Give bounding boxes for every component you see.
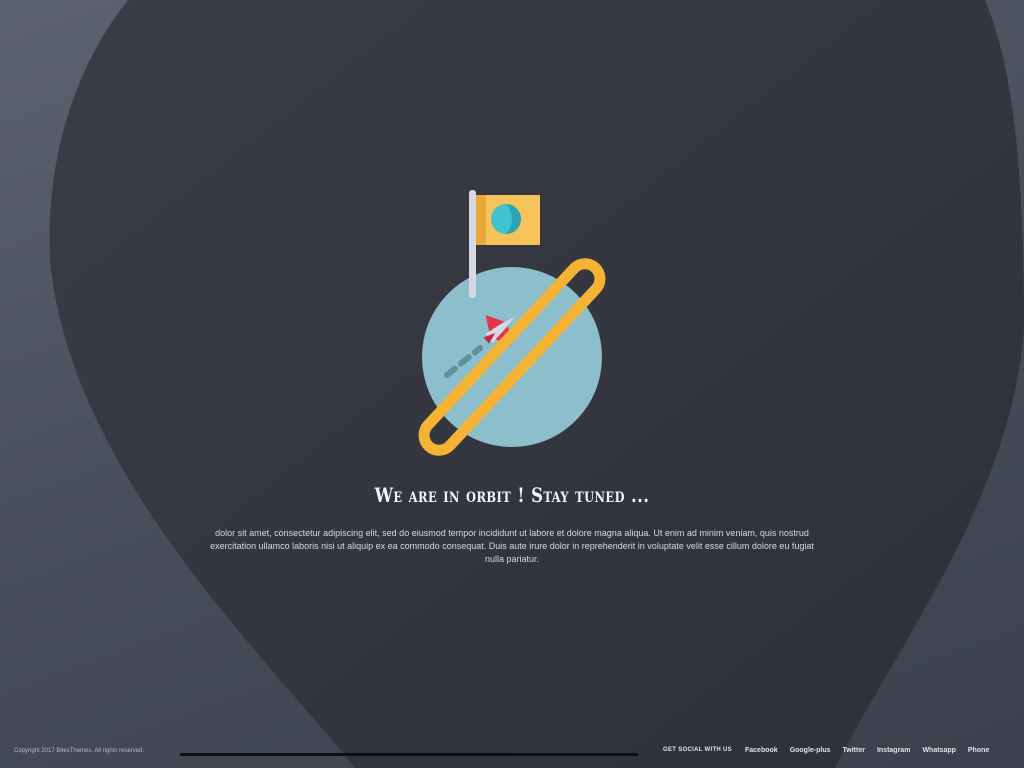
social-links: Facebook Google-plus Twitter Instagram W…: [745, 747, 989, 754]
copyright-text: Copyright 2017 BitesThemes. All rights r…: [14, 748, 145, 754]
hero-section: We are in orbit ! Stay tuned ... dolor s…: [0, 0, 1024, 768]
planet-flag-rocket-icon: [418, 190, 606, 456]
planet-shape: [422, 267, 602, 447]
footer: Copyright 2017 BitesThemes. All rights r…: [0, 738, 1024, 768]
google-plus-link[interactable]: Google-plus: [790, 747, 831, 754]
facebook-link[interactable]: Facebook: [745, 747, 778, 754]
flag-fold: [476, 195, 486, 245]
footer-divider: [180, 753, 638, 756]
description-text: dolor sit amet, consectetur adipiscing e…: [210, 528, 814, 564]
page-title: We are in orbit ! Stay tuned ...: [374, 483, 650, 507]
phone-link[interactable]: Phone: [968, 747, 989, 754]
flag-pole: [469, 190, 476, 298]
instagram-link[interactable]: Instagram: [877, 747, 910, 754]
whatsapp-link[interactable]: Whatsapp: [922, 747, 955, 754]
social-label: GET SOCIAL WITH US: [663, 747, 732, 753]
twitter-link[interactable]: Twitter: [843, 747, 865, 754]
